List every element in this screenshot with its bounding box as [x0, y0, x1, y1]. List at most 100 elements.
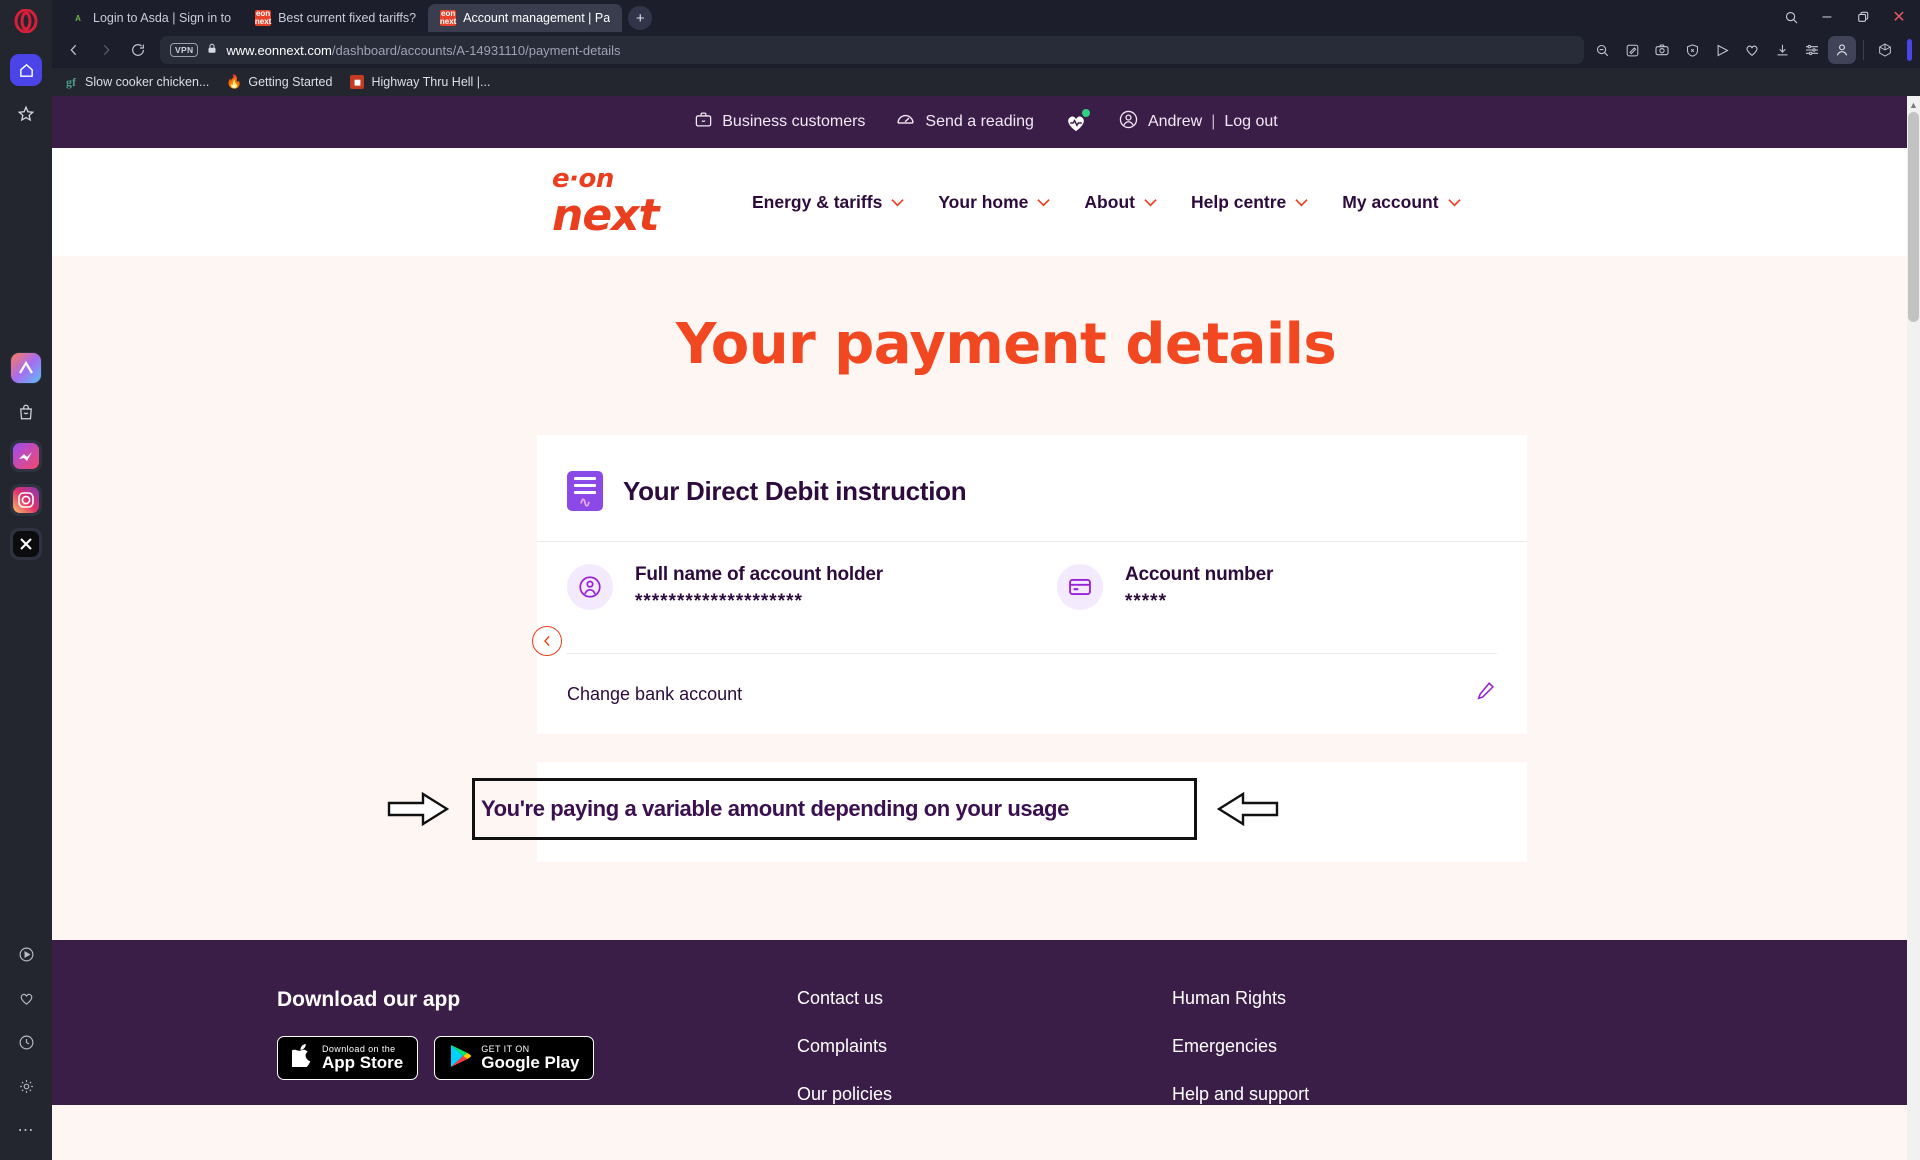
- url-path: /dashboard/accounts/A-14931110/payment-d…: [331, 42, 621, 58]
- pencil-icon[interactable]: [1475, 680, 1497, 708]
- vpn-badge[interactable]: VPN: [170, 43, 199, 57]
- site-footer: Download our app Download on the App Sto…: [52, 940, 1920, 1105]
- new-tab-button[interactable]: +: [628, 6, 653, 30]
- tab-2-active[interactable]: eon next Account management | Pa: [428, 4, 623, 32]
- camera-icon[interactable]: [1648, 36, 1676, 64]
- sidebar-settings-icon[interactable]: [10, 1070, 42, 1102]
- sidebar-bookmarks-star-icon[interactable]: [10, 98, 42, 130]
- nav-item-about[interactable]: About: [1084, 192, 1157, 213]
- detail-account-number: Account number *****: [1057, 564, 1457, 613]
- bookmark-0[interactable]: gf Slow cooker chicken...: [64, 75, 209, 90]
- reload-button[interactable]: [124, 36, 152, 64]
- direct-debit-icon: ∿: [567, 471, 603, 511]
- nav-item-help-centre[interactable]: Help centre: [1191, 192, 1308, 213]
- page-scrollbar[interactable]: ▲: [1907, 96, 1920, 1160]
- logo-line-2: next: [552, 190, 660, 241]
- bookmarks-bar: gf Slow cooker chicken... 🔥 Getting Star…: [52, 68, 1920, 96]
- scroll-up-arrow[interactable]: ▲: [1909, 100, 1918, 110]
- sidebar-toggle-indicator[interactable]: [1907, 39, 1912, 61]
- footer-app-column: Download our app Download on the App Sto…: [277, 988, 797, 1105]
- toolbar-divider: [1863, 40, 1864, 60]
- browser-content: A Login to Asda | Sign in to eon next Bes…: [52, 0, 1920, 1160]
- footer-link-our-policies[interactable]: Our policies: [797, 1084, 1172, 1105]
- tab-title: Login to Asda | Sign in to: [93, 11, 232, 25]
- bookmark-2[interactable]: ◼ Highway Thru Hell |...: [350, 75, 490, 89]
- easy-setup-icon[interactable]: [1798, 36, 1826, 64]
- eon-next-logo[interactable]: e·on next: [552, 166, 702, 238]
- app-store-button[interactable]: Download on the App Store: [277, 1036, 419, 1080]
- scroll-thumb[interactable]: [1908, 112, 1919, 322]
- forward-button[interactable]: [92, 36, 120, 64]
- zoom-out-icon[interactable]: [1588, 36, 1616, 64]
- business-customers-label: Business customers: [722, 113, 866, 130]
- sidebar-messenger-icon[interactable]: [10, 440, 42, 472]
- card-icon: [1057, 564, 1103, 610]
- browser-window: ⋯ A Login to Asda | Sign in to eon next B…: [0, 0, 1920, 1160]
- footer-link-human-rights[interactable]: Human Rights: [1172, 988, 1309, 1009]
- annotation-highlight-box: You're paying a variable amount dependin…: [472, 778, 1197, 840]
- tab-1[interactable]: eon next Best current fixed tariffs?: [243, 4, 428, 32]
- address-bar: VPN www.eonnext.com/dashboard/accounts/A…: [52, 32, 1920, 68]
- nav-item-energy-tariffs[interactable]: Energy & tariffs: [752, 192, 904, 213]
- tab-title: Best current fixed tariffs?: [278, 11, 417, 25]
- send-a-reading-link[interactable]: Send a reading: [895, 109, 1034, 135]
- payment-type-card: You're paying a variable amount dependin…: [387, 762, 1527, 862]
- footer-link-contact-us[interactable]: Contact us: [797, 988, 1172, 1009]
- sidebar-x-twitter-icon[interactable]: [10, 528, 42, 560]
- workspaces-icon[interactable]: [1871, 36, 1899, 64]
- heart-badge-icon[interactable]: [1064, 108, 1090, 134]
- sidebar-more-icon[interactable]: ⋯: [10, 1114, 42, 1146]
- edit-snapshot-icon[interactable]: [1618, 36, 1646, 64]
- store-title: Google Play: [481, 1052, 580, 1072]
- back-button[interactable]: [60, 36, 88, 64]
- profile-icon[interactable]: [1828, 36, 1856, 64]
- tab-search-icon[interactable]: [1774, 2, 1808, 32]
- player-icon[interactable]: [1708, 36, 1736, 64]
- nav-label: About: [1084, 191, 1135, 212]
- logout-link[interactable]: Log out: [1224, 113, 1277, 131]
- close-button[interactable]: ✕: [1882, 2, 1916, 32]
- sidebar-player-icon[interactable]: [10, 938, 42, 970]
- sidebar-shopping-bag-icon[interactable]: [10, 396, 42, 428]
- site-main-nav: e·on next Energy & tariffs Your home Abo…: [52, 148, 1920, 256]
- sidebar-home-icon[interactable]: [10, 54, 42, 86]
- footer-link-complaints[interactable]: Complaints: [797, 1036, 1172, 1057]
- account-user-area[interactable]: Andrew | Log out: [1118, 109, 1278, 135]
- meter-icon: [895, 109, 916, 135]
- nav-items: Energy & tariffs Your home About Help ce…: [752, 192, 1461, 213]
- footer-link-help-and-support[interactable]: Help and support: [1172, 1084, 1309, 1105]
- sidebar-aria-ai-icon[interactable]: [10, 352, 42, 384]
- nav-item-your-home[interactable]: Your home: [938, 192, 1051, 213]
- store-title: App Store: [322, 1052, 404, 1072]
- footer-link-emergencies[interactable]: Emergencies: [1172, 1036, 1309, 1057]
- chevron-down-icon: [891, 195, 904, 210]
- minimize-button[interactable]: –: [1810, 2, 1844, 32]
- bookmark-1[interactable]: 🔥 Getting Started: [226, 74, 332, 89]
- sidebar-heart-icon[interactable]: [10, 982, 42, 1014]
- download-icon[interactable]: [1768, 36, 1796, 64]
- chevron-down-icon: [1144, 195, 1157, 210]
- tab-0[interactable]: A Login to Asda | Sign in to: [58, 4, 243, 32]
- page-title: Your payment details: [675, 312, 1337, 377]
- heart-icon[interactable]: [1738, 36, 1766, 64]
- page-viewport: Business customers Send a reading Andrew…: [52, 96, 1920, 1160]
- logo-line-1: e·on: [552, 164, 614, 194]
- back-link-button[interactable]: [532, 626, 562, 656]
- sidebar-instagram-icon[interactable]: [10, 484, 42, 516]
- status-dot: [1081, 108, 1090, 117]
- opera-logo-icon[interactable]: [11, 6, 41, 36]
- separator: |: [1211, 113, 1216, 130]
- google-play-button[interactable]: GET IT ON Google Play: [434, 1036, 595, 1080]
- toolbar-icons: [1588, 36, 1912, 64]
- user-name: Andrew: [1147, 113, 1203, 130]
- video-icon: ◼: [350, 75, 365, 89]
- business-customers-link[interactable]: Business customers: [694, 110, 865, 134]
- url-input[interactable]: VPN www.eonnext.com/dashboard/accounts/A…: [160, 36, 1584, 64]
- sidebar-history-icon[interactable]: [10, 1026, 42, 1058]
- nav-item-my-account[interactable]: My account: [1342, 192, 1461, 213]
- change-bank-account-row[interactable]: Change bank account: [537, 654, 1527, 734]
- eon-next-icon: eon next: [254, 9, 272, 26]
- briefcase-icon: [694, 110, 713, 134]
- maximize-button[interactable]: [1846, 2, 1880, 32]
- shield-icon[interactable]: [1678, 36, 1706, 64]
